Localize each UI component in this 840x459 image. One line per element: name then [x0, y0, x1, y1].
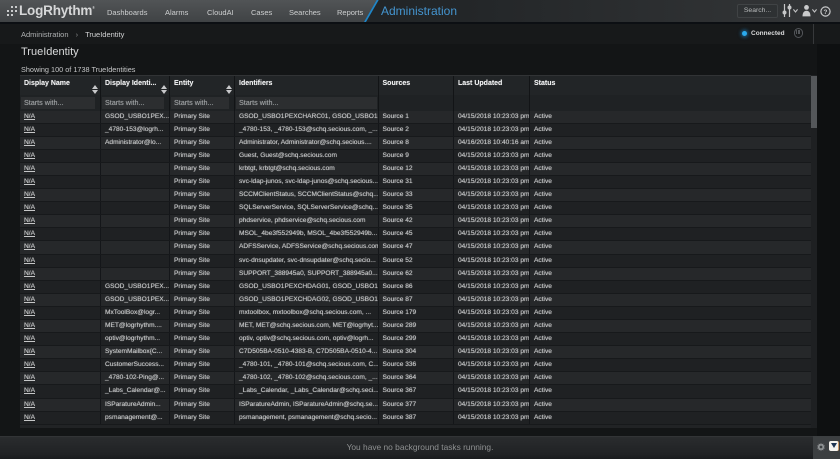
svg-text:?: ? [823, 9, 827, 16]
